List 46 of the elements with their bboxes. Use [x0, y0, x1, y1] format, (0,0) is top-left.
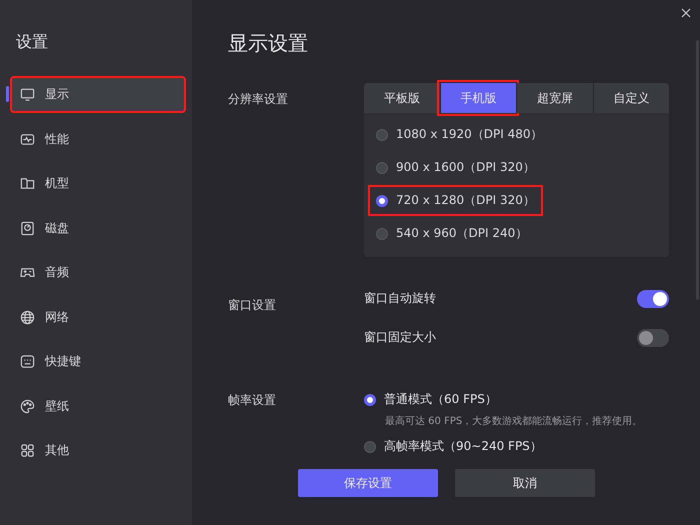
radio-button[interactable]	[376, 162, 388, 174]
monitor-icon	[20, 87, 35, 102]
cancel-button[interactable]: 取消	[455, 469, 595, 497]
option-description: 最高可达 60 FPS，大多数游戏都能流畅运行，推荐使用。	[385, 414, 642, 428]
pulse-icon	[20, 132, 35, 146]
sidebar-item[interactable]: 快捷键	[10, 343, 186, 380]
radio-button[interactable]	[376, 194, 388, 206]
close-icon[interactable]	[681, 8, 691, 18]
resolution-tab[interactable]: 手机版	[440, 83, 516, 113]
toggle-switch[interactable]	[637, 328, 669, 346]
resolution-tab[interactable]: 超宽屏	[516, 83, 592, 113]
toggle-label: 窗口自动旋转	[364, 290, 436, 307]
sidebar-item[interactable]: 其他	[10, 432, 186, 469]
resolution-option[interactable]: 720 x 1280（DPI 320）	[368, 185, 543, 216]
toggle-switch[interactable]	[637, 290, 669, 308]
section-label: 帧率设置	[228, 392, 277, 409]
framerate-option[interactable]: 高帧率模式（90~240 FPS）	[384, 438, 542, 455]
sidebar-item[interactable]: 性能	[10, 120, 186, 158]
section-label: 分辨率设置	[228, 91, 289, 108]
resolution-tab[interactable]: 平板版	[364, 83, 440, 113]
resolution-tab[interactable]: 自定义	[592, 83, 669, 113]
gamepad-icon	[20, 265, 35, 280]
sidebar-item[interactable]: 磁盘	[10, 210, 186, 246]
folder-icon	[20, 176, 35, 191]
section-label: 窗口设置	[228, 297, 277, 314]
radio-button[interactable]	[364, 440, 376, 452]
globe-icon	[20, 310, 35, 324]
page-title: 显示设置	[228, 30, 309, 57]
grid-icon	[20, 443, 35, 458]
resolution-option[interactable]: 540 x 960（DPI 240）	[368, 218, 536, 249]
sidebar-item[interactable]: 机型	[10, 165, 186, 202]
toggle-label: 窗口固定大小	[364, 329, 436, 346]
radio-button[interactable]	[376, 228, 388, 240]
palette-icon	[20, 398, 35, 414]
sidebar-title: 设置	[16, 32, 48, 53]
selection-indicator	[6, 86, 9, 102]
keypad-icon	[20, 354, 35, 369]
save-button[interactable]: 保存设置	[298, 469, 438, 497]
resolution-option[interactable]: 1080 x 1920（DPI 480）	[368, 119, 551, 150]
radio-button[interactable]	[364, 394, 376, 406]
framerate-option[interactable]: 普通模式（60 FPS）	[384, 391, 497, 408]
sidebar-item[interactable]: 网络	[10, 298, 186, 336]
sidebar-item[interactable]: 音频	[10, 254, 186, 291]
sidebar-item[interactable]: 壁纸	[10, 388, 186, 424]
radio-button[interactable]	[376, 128, 388, 140]
resolution-option[interactable]: 900 x 1600（DPI 320）	[368, 152, 543, 183]
